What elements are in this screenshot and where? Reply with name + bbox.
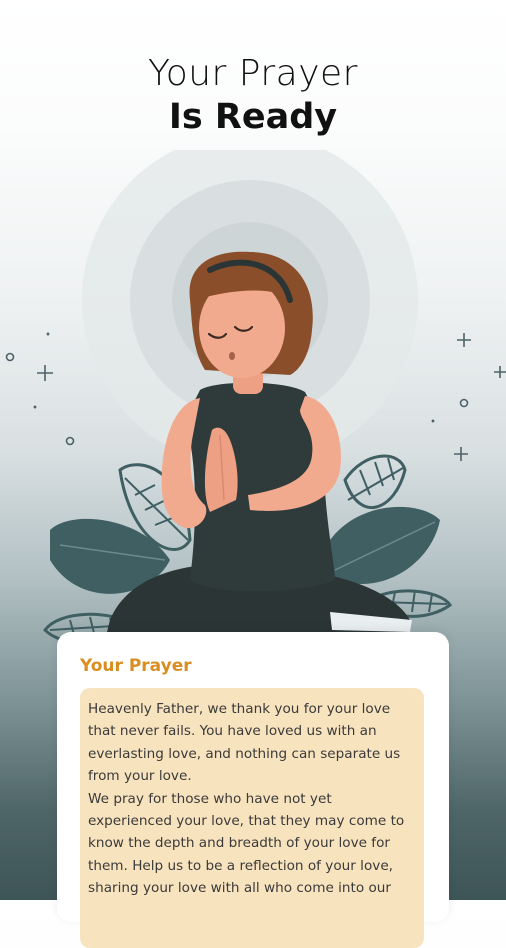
headline-line-1: Your Prayer xyxy=(0,52,506,96)
praying-woman-illustration xyxy=(0,150,506,660)
headline: Your Prayer Is Ready xyxy=(0,52,506,139)
prayer-card-title: Your Prayer xyxy=(80,656,192,676)
prayer-card: Your Prayer Heavenly Father, we thank yo… xyxy=(57,632,449,922)
prayer-text-box[interactable]: Heavenly Father, we thank you for your l… xyxy=(80,688,424,948)
headline-line-2: Is Ready xyxy=(0,96,506,139)
prayer-text: Heavenly Father, we thank you for your l… xyxy=(88,698,416,900)
